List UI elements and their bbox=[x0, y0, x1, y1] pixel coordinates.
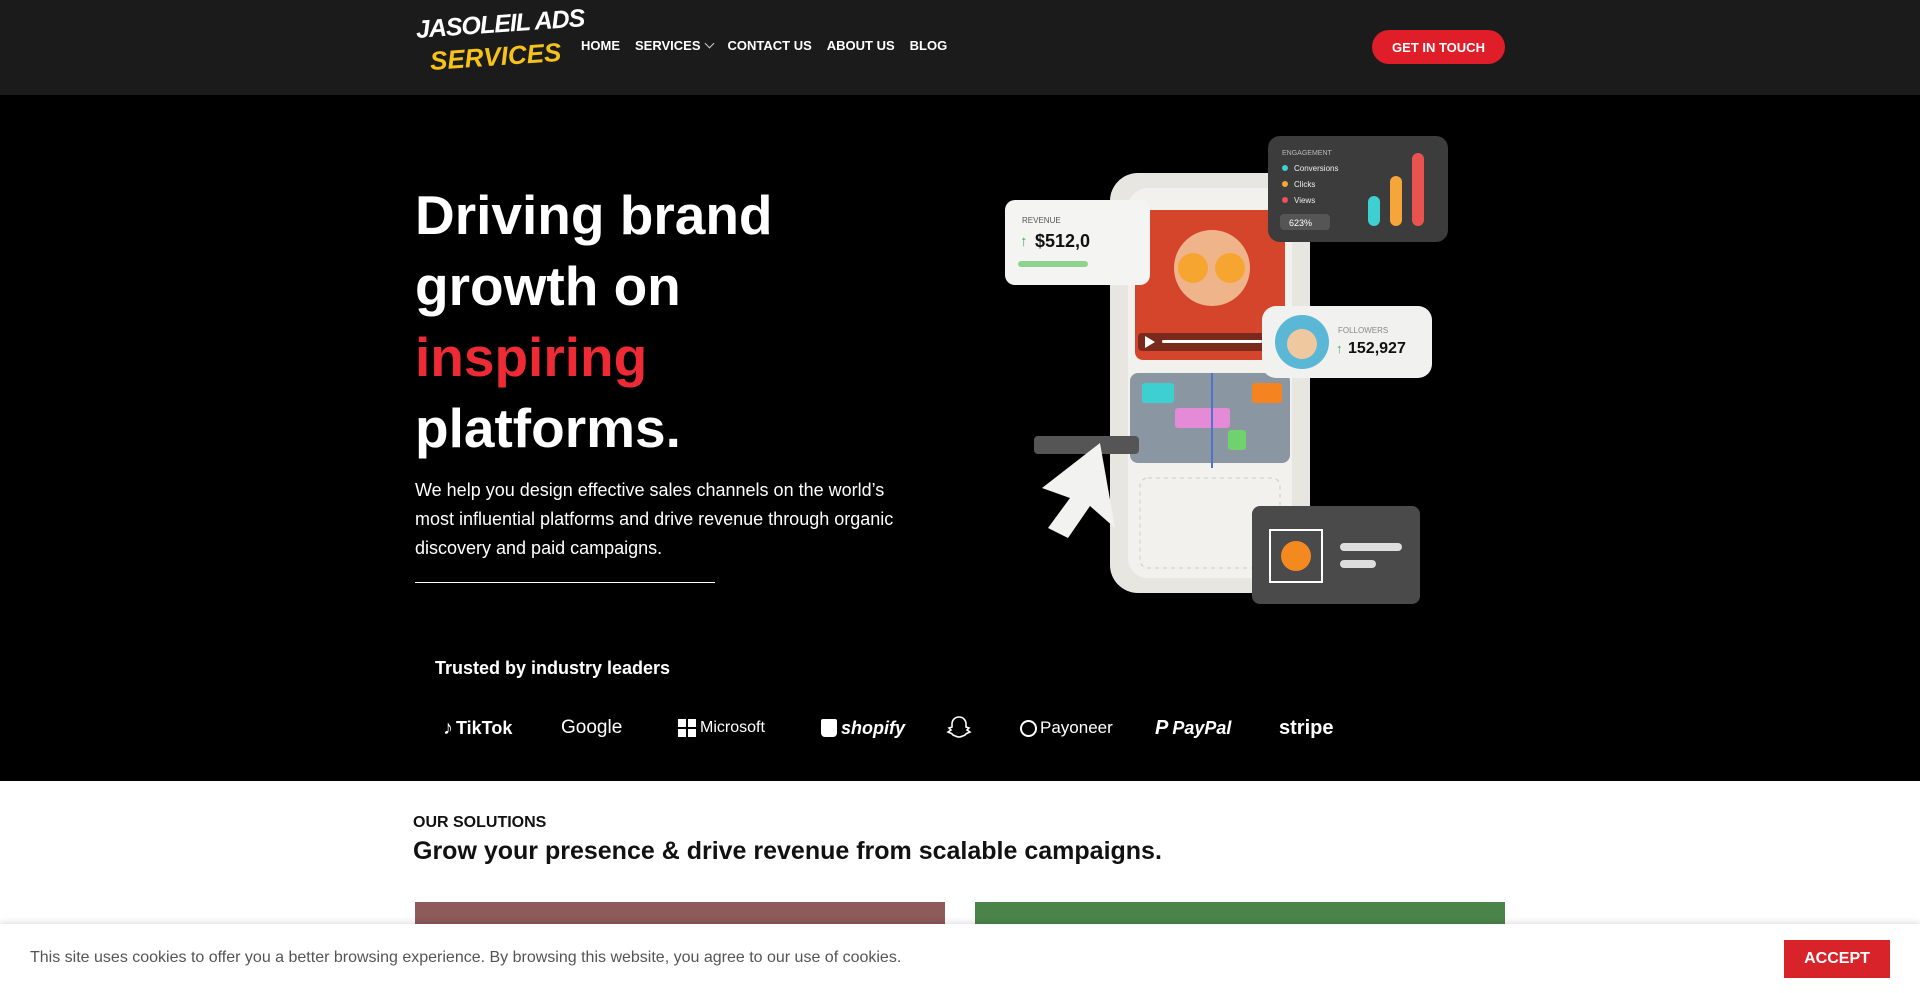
hero-title-highlight: inspiring bbox=[415, 326, 648, 388]
snapchat-icon bbox=[946, 716, 972, 738]
engagement-item-conversions: Conversions bbox=[1294, 164, 1338, 173]
orange-right bbox=[1215, 253, 1245, 283]
payoneer-icon bbox=[1020, 719, 1037, 737]
paypal-icon: P bbox=[1155, 716, 1169, 739]
microsoft-icon bbox=[678, 719, 696, 737]
nav-about[interactable]: ABOUT US bbox=[827, 38, 895, 53]
hero-description: We help you design effective sales chann… bbox=[415, 480, 894, 558]
brand-tiktok-label: TikTok bbox=[456, 717, 513, 738]
nav-services[interactable]: SERVICES bbox=[635, 38, 714, 53]
solutions-label: OUR SOLUTIONS bbox=[413, 814, 547, 831]
site-logo[interactable]: JASOLEIL ADS SERVICES bbox=[415, 4, 585, 80]
bar-orange bbox=[1390, 176, 1402, 226]
clip-green bbox=[1228, 430, 1246, 450]
follower-face bbox=[1287, 329, 1317, 359]
crop-card bbox=[1252, 506, 1420, 604]
video-progress bbox=[1162, 340, 1262, 343]
trusted-heading: Trusted by industry leaders bbox=[435, 658, 671, 678]
brand-payoneer: Payoneer bbox=[1020, 712, 1113, 744]
nav-blog[interactable]: BLOG bbox=[910, 38, 948, 53]
nav-home-label: HOME bbox=[581, 38, 620, 53]
nav-blog-label: BLOG bbox=[909, 38, 948, 53]
brand-payoneer-label: Payoneer bbox=[1040, 718, 1113, 737]
brand-stripe-label: stripe bbox=[1279, 716, 1334, 739]
dot-clicks bbox=[1282, 181, 1288, 187]
brand-microsoft: Microsoft bbox=[678, 712, 765, 744]
hero-title: Driving brand growth on inspiring platfo… bbox=[415, 180, 773, 464]
engagement-item-clicks: Clicks bbox=[1294, 180, 1315, 189]
get-in-touch-button[interactable]: GET IN TOUCH bbox=[1372, 30, 1505, 64]
dot-conversions bbox=[1282, 165, 1288, 171]
crop-fruit bbox=[1281, 541, 1311, 571]
brand-google-label: Google bbox=[561, 717, 623, 738]
logo-line2: SERVICES bbox=[429, 36, 563, 76]
followers-arrow: ↑ bbox=[1336, 341, 1343, 356]
brand-paypal: P PayPal bbox=[1155, 712, 1231, 744]
engagement-change: 623% bbox=[1289, 218, 1312, 228]
bar-red bbox=[1412, 153, 1424, 226]
orange-left bbox=[1178, 253, 1208, 283]
brand-shopify-label: shopify bbox=[841, 717, 906, 738]
followers-label: FOLLOWERS bbox=[1338, 326, 1388, 335]
cursor-arrow-icon bbox=[1042, 443, 1115, 538]
nav-about-label: ABOUT US bbox=[826, 38, 895, 53]
chevron-down-icon bbox=[704, 38, 714, 49]
nav-contact[interactable]: CONTACT US bbox=[728, 38, 812, 53]
crop-line2 bbox=[1340, 560, 1376, 568]
nav-home[interactable]: HOME bbox=[581, 38, 620, 53]
brand-stripe: stripe bbox=[1279, 712, 1333, 744]
revenue-bar bbox=[1018, 261, 1088, 267]
clip-orange bbox=[1252, 383, 1282, 403]
followers-value: 152,927 bbox=[1348, 340, 1406, 357]
main-menu: HOME SERVICES CONTACT US ABOUT US BLOG bbox=[581, 38, 962, 53]
accept-cookies-button[interactable]: ACCEPT bbox=[1784, 940, 1890, 978]
brand-microsoft-label: Microsoft bbox=[700, 719, 765, 736]
clip-cyan bbox=[1142, 383, 1174, 403]
brand-shopify: shopify bbox=[821, 712, 905, 744]
brand-google: Google bbox=[561, 712, 622, 744]
revenue-value: $512,0 bbox=[1035, 231, 1090, 251]
engagement-item-views: Views bbox=[1294, 196, 1315, 205]
brand-logos: ♪ TikTok Google Microsoft shopify Payonee… bbox=[0, 712, 1920, 744]
cookie-banner: This site uses cookies to offer you a be… bbox=[0, 924, 1920, 993]
revenue-label: REVENUE bbox=[1022, 216, 1061, 225]
hero-section bbox=[0, 95, 1920, 781]
hero-illustration: REVENUE ↑ $512,0 ENGAGEMENT Conversions … bbox=[1005, 136, 1448, 604]
hero-divider bbox=[415, 582, 715, 583]
nav-services-label: SERVICES bbox=[635, 38, 701, 53]
brand-paypal-label: PayPal bbox=[1172, 717, 1232, 738]
hero-title-line4: platforms. bbox=[415, 397, 681, 459]
brand-tiktok: ♪ TikTok bbox=[443, 712, 512, 744]
crop-line1 bbox=[1340, 543, 1402, 551]
nav-contact-label: CONTACT US bbox=[727, 38, 812, 53]
brand-snapchat bbox=[945, 712, 973, 744]
cookie-text: This site uses cookies to offer you a be… bbox=[30, 949, 902, 966]
engagement-label: ENGAGEMENT bbox=[1282, 150, 1333, 157]
dot-views bbox=[1282, 197, 1288, 203]
solutions-title: Grow your presence & drive revenue from … bbox=[413, 837, 1162, 865]
revenue-arrow: ↑ bbox=[1020, 233, 1028, 250]
shopify-icon bbox=[821, 719, 837, 737]
tiktok-icon: ♪ bbox=[443, 716, 453, 739]
top-nav: JASOLEIL ADS SERVICES HOME SERVICES CONT… bbox=[0, 0, 1920, 95]
clip-pink bbox=[1175, 408, 1230, 428]
hero-title-line2: growth on bbox=[415, 255, 681, 317]
hero-title-line1: Driving brand bbox=[415, 184, 773, 246]
bar-cyan bbox=[1368, 196, 1380, 226]
media-controls bbox=[1034, 436, 1139, 454]
